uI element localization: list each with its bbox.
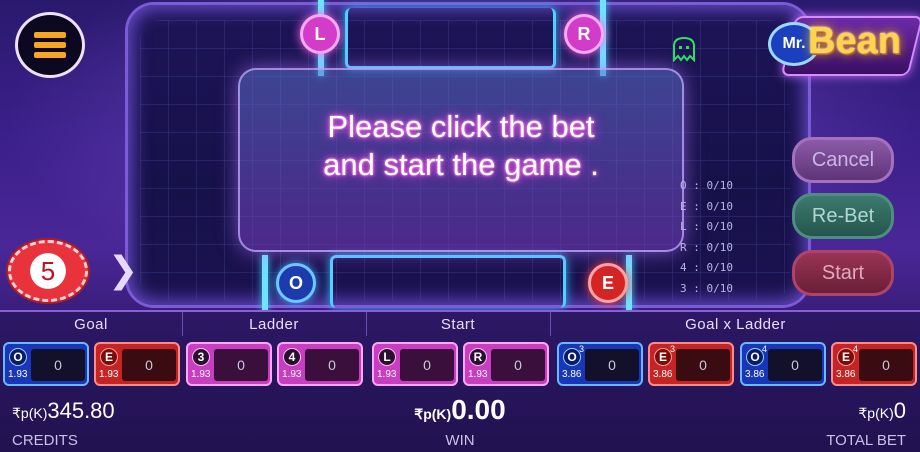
- bet-odds: 3.86: [836, 369, 856, 380]
- stat-3: 3 : 0/10: [680, 281, 733, 295]
- bet-amount: 0: [768, 349, 822, 381]
- total-bet-value: ₹p(K)0: [858, 398, 906, 424]
- bet-button[interactable]: E 1.93 0: [94, 342, 180, 386]
- bet-badge: E: [100, 348, 118, 366]
- currency-symbol: ₹p(K): [12, 405, 48, 421]
- cancel-button[interactable]: Cancel: [792, 137, 894, 183]
- bet-button[interactable]: E 4 3.86 0: [831, 342, 917, 386]
- win-label: WIN: [445, 432, 475, 449]
- currency-symbol: ₹p(K): [414, 406, 452, 422]
- node-o: O: [276, 263, 316, 303]
- bet-superscript: 3: [579, 344, 585, 354]
- node-l: L: [300, 14, 340, 54]
- bet-superscript: 3: [670, 344, 676, 354]
- credits-amount: 345.80: [47, 398, 115, 423]
- message-panel: Please click the bet and start the game …: [238, 68, 684, 252]
- bet-badge: 3: [192, 348, 210, 366]
- bet-odds: 1.93: [377, 369, 397, 380]
- bet-button[interactable]: E 3 3.86 0: [648, 342, 734, 386]
- bet-badge: 4: [283, 348, 301, 366]
- bet-amount: 0: [676, 349, 730, 381]
- bottom-lane: [330, 255, 566, 308]
- left-lane-edge: [262, 255, 268, 311]
- bet-amount: 0: [585, 349, 639, 381]
- bet-badge: O: [9, 348, 27, 366]
- node-e: E: [588, 263, 628, 303]
- bet-odds: 1.93: [468, 369, 488, 380]
- menu-icon: [34, 32, 66, 38]
- total-bet-amount: 0: [893, 398, 906, 423]
- bet-odds: 1.93: [99, 369, 119, 380]
- bet-superscript: 4: [762, 344, 768, 354]
- bet-odds: 3.86: [745, 369, 765, 380]
- group-ladder: Ladder: [249, 315, 299, 333]
- bet-button[interactable]: O 4 3.86 0: [740, 342, 826, 386]
- stat-o: O : 0/10: [680, 179, 733, 192]
- group-start: Start: [440, 315, 476, 333]
- message-line-2: and start the game .: [323, 147, 599, 182]
- bet-amount: 0: [491, 349, 545, 381]
- bet-amount: 0: [214, 349, 268, 381]
- win-amount: 0.00: [451, 394, 506, 425]
- bet-amount: 0: [305, 349, 359, 381]
- bet-odds: 3.86: [562, 369, 582, 380]
- game-logo: Mr. Bean: [768, 6, 920, 80]
- win-value: ₹p(K)0.00: [360, 394, 560, 426]
- group-goal: Goal: [74, 315, 108, 333]
- logo-bean: Bean: [808, 20, 901, 62]
- stat-e: E : 0/10: [680, 199, 733, 213]
- bet-button[interactable]: R 1.93 0: [463, 342, 549, 386]
- menu-button[interactable]: [15, 12, 85, 78]
- bet-odds: 1.93: [191, 369, 211, 380]
- start-button[interactable]: Start: [792, 250, 894, 296]
- stat-r: R : 0/10: [680, 240, 733, 254]
- credits-label: CREDITS: [12, 432, 78, 449]
- credits-value: ₹p(K)345.80: [12, 398, 115, 424]
- bet-badge: R: [469, 348, 487, 366]
- menu-icon-bar-2: [34, 42, 66, 48]
- result-stats: O : 0/10 E : 0/10 L : 0/10 R : 0/10 4 : …: [680, 176, 772, 299]
- bet-superscript: 4: [853, 344, 859, 354]
- bet-badge: L: [378, 348, 396, 366]
- total-bet-label: TOTAL BET: [826, 432, 906, 449]
- node-r: R: [564, 14, 604, 54]
- group-goal-x-ladder: Goal x Ladder: [685, 315, 786, 333]
- message-text: Please click the bet and start the game …: [240, 108, 682, 184]
- bet-button[interactable]: L 1.93 0: [372, 342, 458, 386]
- ghost-icon: [673, 36, 695, 62]
- bet-odds: 1.93: [282, 369, 302, 380]
- menu-icon-bar-3: [34, 52, 66, 58]
- bet-button[interactable]: O 1.93 0: [3, 342, 89, 386]
- bet-button[interactable]: O 3 3.86 0: [557, 342, 643, 386]
- bet-amount: 0: [400, 349, 454, 381]
- bet-amount: 0: [122, 349, 176, 381]
- bet-amount: 0: [859, 349, 913, 381]
- top-lane: [345, 8, 556, 69]
- bet-button[interactable]: 3 1.93 0: [186, 342, 272, 386]
- stat-l: L : 0/10: [680, 220, 733, 233]
- rebet-button[interactable]: Re-Bet: [792, 193, 894, 239]
- bet-amount: 0: [31, 349, 85, 381]
- stat-4: 4 : 0/10: [680, 261, 733, 274]
- currency-symbol: ₹p(K): [858, 405, 894, 421]
- bet-button[interactable]: 4 1.93 0: [277, 342, 363, 386]
- bet-odds: 3.86: [653, 369, 673, 380]
- chip-selector[interactable]: 5: [8, 240, 88, 302]
- message-line-1: Please click the bet: [327, 109, 595, 144]
- chevron-right-icon[interactable]: ❯: [108, 250, 138, 291]
- bet-odds: 1.93: [8, 369, 28, 380]
